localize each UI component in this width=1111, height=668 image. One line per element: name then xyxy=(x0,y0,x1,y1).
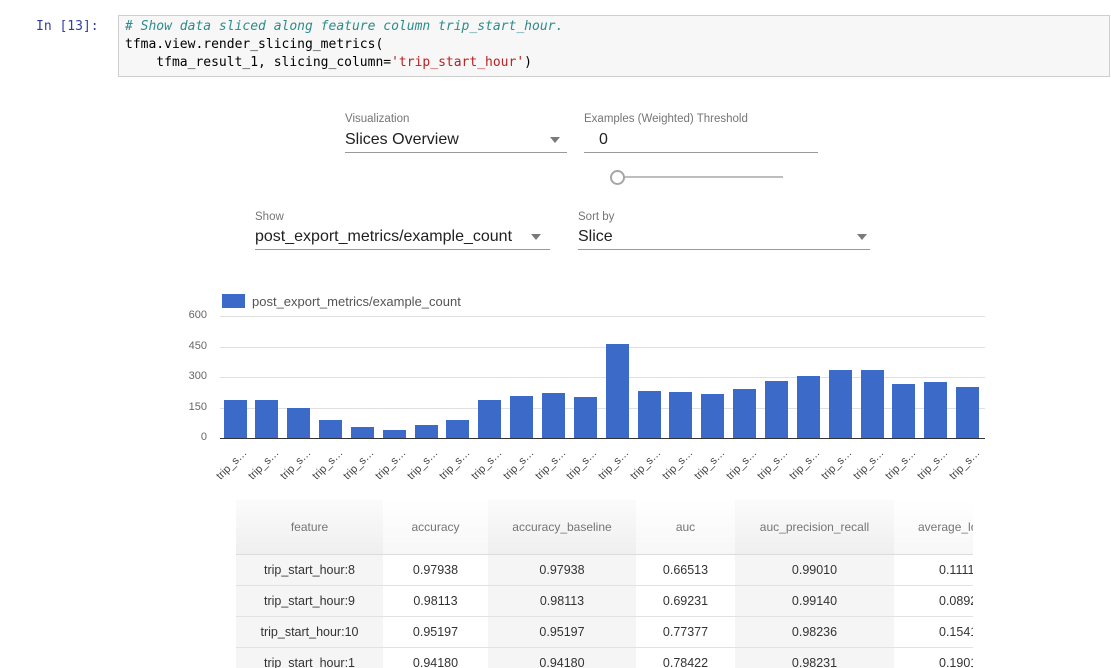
table-header-row: featureaccuracyaccuracy_baselineaucauc_p… xyxy=(236,500,973,555)
metric-cell: 0.77377 xyxy=(636,617,735,648)
metric-cell: 0.97938 xyxy=(488,555,636,586)
table-body: trip_start_hour:80.979380.979380.665130.… xyxy=(236,555,973,668)
visualization-underline xyxy=(345,152,567,153)
metric-cell: 0.78422 xyxy=(636,648,735,668)
metric-cell: 0.1901 xyxy=(894,648,973,668)
code-string: 'trip_start_hour' xyxy=(391,55,524,70)
y-tick-label: 0 xyxy=(165,431,207,443)
bar-14[interactable] xyxy=(669,392,692,438)
metrics-table: featureaccuracyaccuracy_baselineaucauc_p… xyxy=(236,500,973,668)
bar-12[interactable] xyxy=(606,344,629,438)
bar-16[interactable] xyxy=(733,389,756,438)
column-header-accuracy_baseline: accuracy_baseline xyxy=(488,500,636,555)
bar-19[interactable] xyxy=(829,370,852,438)
metric-cell: 0.0892 xyxy=(894,586,973,617)
bar-17[interactable] xyxy=(765,381,788,438)
column-header-feature: feature xyxy=(236,500,383,555)
metric-cell: 0.98113 xyxy=(488,586,636,617)
metrics-table-container: featureaccuracyaccuracy_baselineaucauc_p… xyxy=(236,500,973,668)
table-row: trip_start_hour:10.941800.941800.784220.… xyxy=(236,648,973,668)
column-header-average_loss: average_loss xyxy=(894,500,973,555)
metric-cell: 0.99140 xyxy=(735,586,894,617)
column-header-accuracy: accuracy xyxy=(383,500,488,555)
bar-5[interactable] xyxy=(383,430,406,439)
chevron-down-icon[interactable] xyxy=(550,137,560,143)
metric-cell: 0.97938 xyxy=(383,555,488,586)
threshold-underline xyxy=(584,152,818,153)
metric-cell: 0.99010 xyxy=(735,555,894,586)
feature-cell: trip_start_hour:8 xyxy=(236,555,383,586)
table-row: trip_start_hour:90.981130.981130.692310.… xyxy=(236,586,973,617)
metric-cell: 0.94180 xyxy=(383,648,488,668)
threshold-label: Examples (Weighted) Threshold xyxy=(584,113,748,125)
metric-cell: 0.69231 xyxy=(636,586,735,617)
bar-2[interactable] xyxy=(287,408,310,438)
bar-4[interactable] xyxy=(351,427,374,438)
bar-7[interactable] xyxy=(446,420,469,438)
bar-15[interactable] xyxy=(701,394,724,438)
chevron-down-icon[interactable] xyxy=(531,234,541,240)
y-tick-label: 300 xyxy=(165,370,207,382)
legend-label: post_export_metrics/example_count xyxy=(252,294,461,309)
metric-cell: 0.98231 xyxy=(735,648,894,668)
bar-21[interactable] xyxy=(892,384,915,438)
show-underline xyxy=(255,249,550,250)
show-label: Show xyxy=(255,211,284,223)
bar-13[interactable] xyxy=(638,391,661,438)
bar-23[interactable] xyxy=(956,387,979,438)
y-tick-label: 150 xyxy=(165,401,207,413)
chevron-down-icon[interactable] xyxy=(857,234,867,240)
bar-0[interactable] xyxy=(224,400,247,438)
threshold-slider-handle[interactable] xyxy=(610,170,625,185)
column-header-auc: auc xyxy=(636,500,735,555)
metric-cell: 0.98236 xyxy=(735,617,894,648)
metric-cell: 0.94180 xyxy=(488,648,636,668)
sort-underline xyxy=(578,249,870,250)
chart-plot-area xyxy=(220,310,985,439)
bar-11[interactable] xyxy=(574,397,597,438)
visualization-label: Visualization xyxy=(345,113,409,125)
sort-value[interactable]: Slice xyxy=(578,228,613,246)
visualization-value[interactable]: Slices Overview xyxy=(345,131,459,149)
threshold-value[interactable]: 0 xyxy=(599,131,608,149)
cell-input-prompt: In [13]: xyxy=(36,19,99,34)
code-cell[interactable]: # Show data sliced along feature column … xyxy=(118,15,1110,77)
feature-cell: trip_start_hour:1 xyxy=(236,648,383,668)
metric-cell: 0.66513 xyxy=(636,555,735,586)
code-comment: # Show data sliced along feature column … xyxy=(125,19,563,34)
bar-6[interactable] xyxy=(415,425,438,438)
metric-cell: 0.98113 xyxy=(383,586,488,617)
column-header-auc_precision_recall: auc_precision_recall xyxy=(735,500,894,555)
gridline xyxy=(220,347,985,348)
threshold-slider-track[interactable] xyxy=(622,176,783,178)
bar-3[interactable] xyxy=(319,420,342,438)
bar-18[interactable] xyxy=(797,376,820,438)
metric-cell: 0.95197 xyxy=(488,617,636,648)
feature-cell: trip_start_hour:10 xyxy=(236,617,383,648)
gridline xyxy=(220,316,985,317)
y-tick-label: 450 xyxy=(165,340,207,352)
table-row: trip_start_hour:80.979380.979380.665130.… xyxy=(236,555,973,586)
code-line2: tfma.view.render_slicing_metrics( xyxy=(125,37,383,52)
bar-20[interactable] xyxy=(861,370,884,438)
code-line3: tfma_result_1, slicing_column='trip_star… xyxy=(125,55,532,70)
metric-cell: 0.95197 xyxy=(383,617,488,648)
x-axis-line xyxy=(220,438,985,439)
metric-cell: 0.1541 xyxy=(894,617,973,648)
bar-22[interactable] xyxy=(924,382,947,438)
show-value[interactable]: post_export_metrics/example_count xyxy=(255,228,512,246)
feature-cell: trip_start_hour:9 xyxy=(236,586,383,617)
sort-label: Sort by xyxy=(578,211,614,223)
bar-8[interactable] xyxy=(478,400,501,439)
metric-cell: 0.1111 xyxy=(894,555,973,586)
bar-1[interactable] xyxy=(255,400,278,438)
table-row: trip_start_hour:100.951970.951970.773770… xyxy=(236,617,973,648)
bar-9[interactable] xyxy=(510,396,533,438)
legend-swatch xyxy=(222,294,245,308)
bar-10[interactable] xyxy=(542,393,565,438)
y-tick-label: 600 xyxy=(165,309,207,321)
